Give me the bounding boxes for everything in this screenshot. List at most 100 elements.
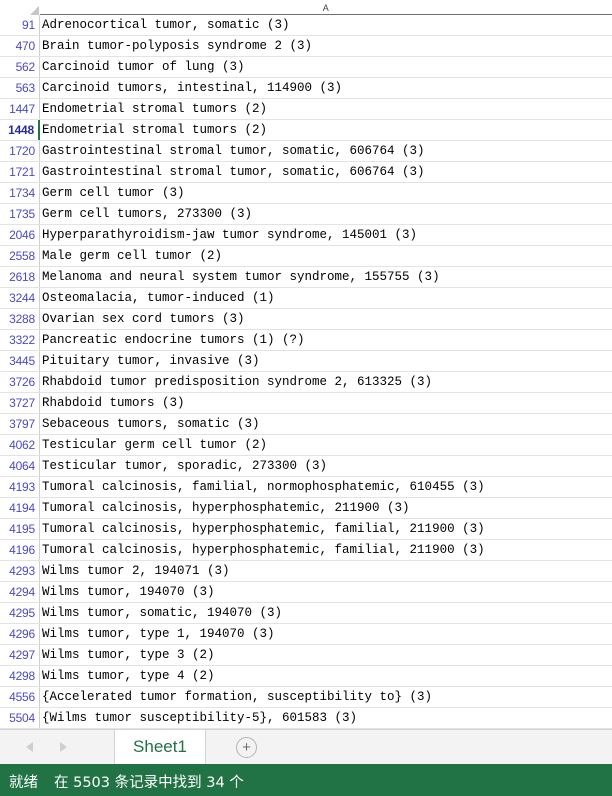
row-header[interactable]: 4194 xyxy=(0,498,40,518)
cell-a[interactable]: Male germ cell tumor (2) xyxy=(40,246,612,266)
table-row[interactable]: 1447 Endometrial stromal tumors (2) xyxy=(0,99,612,120)
chevron-right-icon[interactable] xyxy=(59,742,67,752)
table-row[interactable]: 4297 Wilms tumor, type 3 (2) xyxy=(0,645,612,666)
row-header[interactable]: 3288 xyxy=(0,309,40,329)
table-row[interactable]: 4195 Tumoral calcinosis, hyperphosphatemi… xyxy=(0,519,612,540)
cell-a[interactable]: Germ cell tumors, 273300 (3) xyxy=(40,204,612,224)
row-header[interactable]: 3322 xyxy=(0,330,40,350)
table-row[interactable]: 4196 Tumoral calcinosis, hyperphosphatemi… xyxy=(0,540,612,561)
table-row[interactable]: 3726 Rhabdoid tumor predisposition syndro… xyxy=(0,372,612,393)
chevron-left-icon[interactable] xyxy=(25,742,33,752)
table-row[interactable]: 4062 Testicular germ cell tumor (2) xyxy=(0,435,612,456)
row-header[interactable]: 4298 xyxy=(0,666,40,686)
table-row[interactable]: 1448 Endometrial stromal tumors (2) xyxy=(0,120,612,141)
row-header[interactable]: 4297 xyxy=(0,645,40,665)
select-all-button[interactable] xyxy=(0,0,40,15)
table-row[interactable]: 4064 Testicular tumor, sporadic, 273300 (… xyxy=(0,456,612,477)
cell-a[interactable]: Sebaceous tumors, somatic (3) xyxy=(40,414,612,434)
row-header[interactable]: 4062 xyxy=(0,435,40,455)
row-header[interactable]: 4556 xyxy=(0,687,40,707)
cell-a[interactable]: Wilms tumor, 194070 (3) xyxy=(40,582,612,602)
cell-a[interactable]: {Accelerated tumor formation, susceptibi… xyxy=(40,687,612,707)
table-row[interactable]: 4295 Wilms tumor, somatic, 194070 (3) xyxy=(0,603,612,624)
row-header[interactable]: 4296 xyxy=(0,624,40,644)
table-row[interactable]: 4193 Tumoral calcinosis, familial, normop… xyxy=(0,477,612,498)
cell-a[interactable]: Wilms tumor, somatic, 194070 (3) xyxy=(40,603,612,623)
row-header[interactable]: 562 xyxy=(0,57,40,77)
cell-a[interactable]: Rhabdoid tumor predisposition syndrome 2… xyxy=(40,372,612,392)
cell-a[interactable]: Endometrial stromal tumors (2) xyxy=(40,120,612,140)
cell-a[interactable]: Gastrointestinal stromal tumor, somatic,… xyxy=(40,162,612,182)
row-header[interactable]: 5504 xyxy=(0,708,40,728)
cell-a[interactable]: Testicular tumor, sporadic, 273300 (3) xyxy=(40,456,612,476)
table-row[interactable]: 5504 {Wilms tumor susceptibility-5}, 6015… xyxy=(0,708,612,729)
table-row[interactable]: 3445 Pituitary tumor, invasive (3) xyxy=(0,351,612,372)
table-row[interactable]: 3727 Rhabdoid tumors (3) xyxy=(0,393,612,414)
row-header[interactable]: 3727 xyxy=(0,393,40,413)
cell-a[interactable]: Endometrial stromal tumors (2) xyxy=(40,99,612,119)
table-row[interactable]: 1720 Gastrointestinal stromal tumor, soma… xyxy=(0,141,612,162)
cell-a[interactable]: Gastrointestinal stromal tumor, somatic,… xyxy=(40,141,612,161)
row-header[interactable]: 91 xyxy=(0,15,40,35)
row-header[interactable]: 1734 xyxy=(0,183,40,203)
cell-a[interactable]: Wilms tumor, type 4 (2) xyxy=(40,666,612,686)
cell-a[interactable]: Tumoral calcinosis, hyperphosphatemic, 2… xyxy=(40,498,612,518)
table-row[interactable]: 1734 Germ cell tumor (3) xyxy=(0,183,612,204)
cell-a[interactable]: Carcinoid tumor of lung (3) xyxy=(40,57,612,77)
row-header[interactable]: 4193 xyxy=(0,477,40,497)
cell-a[interactable]: Wilms tumor, type 1, 194070 (3) xyxy=(40,624,612,644)
cell-a[interactable]: {Wilms tumor susceptibility-5}, 601583 (… xyxy=(40,708,612,728)
table-row[interactable]: 4194 Tumoral calcinosis, hyperphosphatemi… xyxy=(0,498,612,519)
row-header[interactable]: 1448 xyxy=(0,120,40,140)
cell-a[interactable]: Testicular germ cell tumor (2) xyxy=(40,435,612,455)
row-header[interactable]: 4196 xyxy=(0,540,40,560)
table-row[interactable]: 2618 Melanoma and neural system tumor syn… xyxy=(0,267,612,288)
cell-a[interactable]: Pancreatic endocrine tumors (1) (?) xyxy=(40,330,612,350)
table-row[interactable]: 91 Adrenocortical tumor, somatic (3) xyxy=(0,15,612,36)
column-header-a[interactable]: A xyxy=(40,0,612,15)
table-row[interactable]: 3244 Osteomalacia, tumor-induced (1) xyxy=(0,288,612,309)
table-row[interactable]: 3288 Ovarian sex cord tumors (3) xyxy=(0,309,612,330)
row-header[interactable]: 3445 xyxy=(0,351,40,371)
cell-a[interactable]: Ovarian sex cord tumors (3) xyxy=(40,309,612,329)
cell-a[interactable]: Wilms tumor, type 3 (2) xyxy=(40,645,612,665)
row-header[interactable]: 2558 xyxy=(0,246,40,266)
table-row[interactable]: 4294 Wilms tumor, 194070 (3) xyxy=(0,582,612,603)
table-row[interactable]: 1721 Gastrointestinal stromal tumor, soma… xyxy=(0,162,612,183)
table-row[interactable]: 3797 Sebaceous tumors, somatic (3) xyxy=(0,414,612,435)
row-header[interactable]: 4064 xyxy=(0,456,40,476)
cell-a[interactable]: Tumoral calcinosis, hyperphosphatemic, f… xyxy=(40,540,612,560)
cell-a[interactable]: Osteomalacia, tumor-induced (1) xyxy=(40,288,612,308)
row-header[interactable]: 4195 xyxy=(0,519,40,539)
table-row[interactable]: 470 Brain tumor-polyposis syndrome 2 (3) xyxy=(0,36,612,57)
table-row[interactable]: 2046 Hyperparathyroidism-jaw tumor syndro… xyxy=(0,225,612,246)
row-header[interactable]: 563 xyxy=(0,78,40,98)
row-header[interactable]: 3244 xyxy=(0,288,40,308)
row-header[interactable]: 4295 xyxy=(0,603,40,623)
table-row[interactable]: 2558 Male germ cell tumor (2) xyxy=(0,246,612,267)
cell-a[interactable]: Tumoral calcinosis, familial, normophosp… xyxy=(40,477,612,497)
table-row[interactable]: 1735 Germ cell tumors, 273300 (3) xyxy=(0,204,612,225)
row-header[interactable]: 1735 xyxy=(0,204,40,224)
cell-a[interactable]: Tumoral calcinosis, hyperphosphatemic, f… xyxy=(40,519,612,539)
table-row[interactable]: 4293 Wilms tumor 2, 194071 (3) xyxy=(0,561,612,582)
row-header[interactable]: 2046 xyxy=(0,225,40,245)
cell-a[interactable]: Adrenocortical tumor, somatic (3) xyxy=(40,15,612,35)
cell-a[interactable]: Pituitary tumor, invasive (3) xyxy=(40,351,612,371)
cell-a[interactable]: Melanoma and neural system tumor syndrom… xyxy=(40,267,612,287)
row-header[interactable]: 470 xyxy=(0,36,40,56)
row-header[interactable]: 2618 xyxy=(0,267,40,287)
plus-circle-icon[interactable]: + xyxy=(236,736,257,758)
cell-a[interactable]: Germ cell tumor (3) xyxy=(40,183,612,203)
cell-a[interactable]: Rhabdoid tumors (3) xyxy=(40,393,612,413)
cell-a[interactable]: Hyperparathyroidism-jaw tumor syndrome, … xyxy=(40,225,612,245)
row-header[interactable]: 4293 xyxy=(0,561,40,581)
table-row[interactable]: 562 Carcinoid tumor of lung (3) xyxy=(0,57,612,78)
row-header[interactable]: 3726 xyxy=(0,372,40,392)
row-header[interactable]: 1447 xyxy=(0,99,40,119)
row-header[interactable]: 1721 xyxy=(0,162,40,182)
row-header[interactable]: 1720 xyxy=(0,141,40,161)
cell-a[interactable]: Wilms tumor 2, 194071 (3) xyxy=(40,561,612,581)
cell-a[interactable]: Brain tumor-polyposis syndrome 2 (3) xyxy=(40,36,612,56)
table-row[interactable]: 3322 Pancreatic endocrine tumors (1) (?) xyxy=(0,330,612,351)
